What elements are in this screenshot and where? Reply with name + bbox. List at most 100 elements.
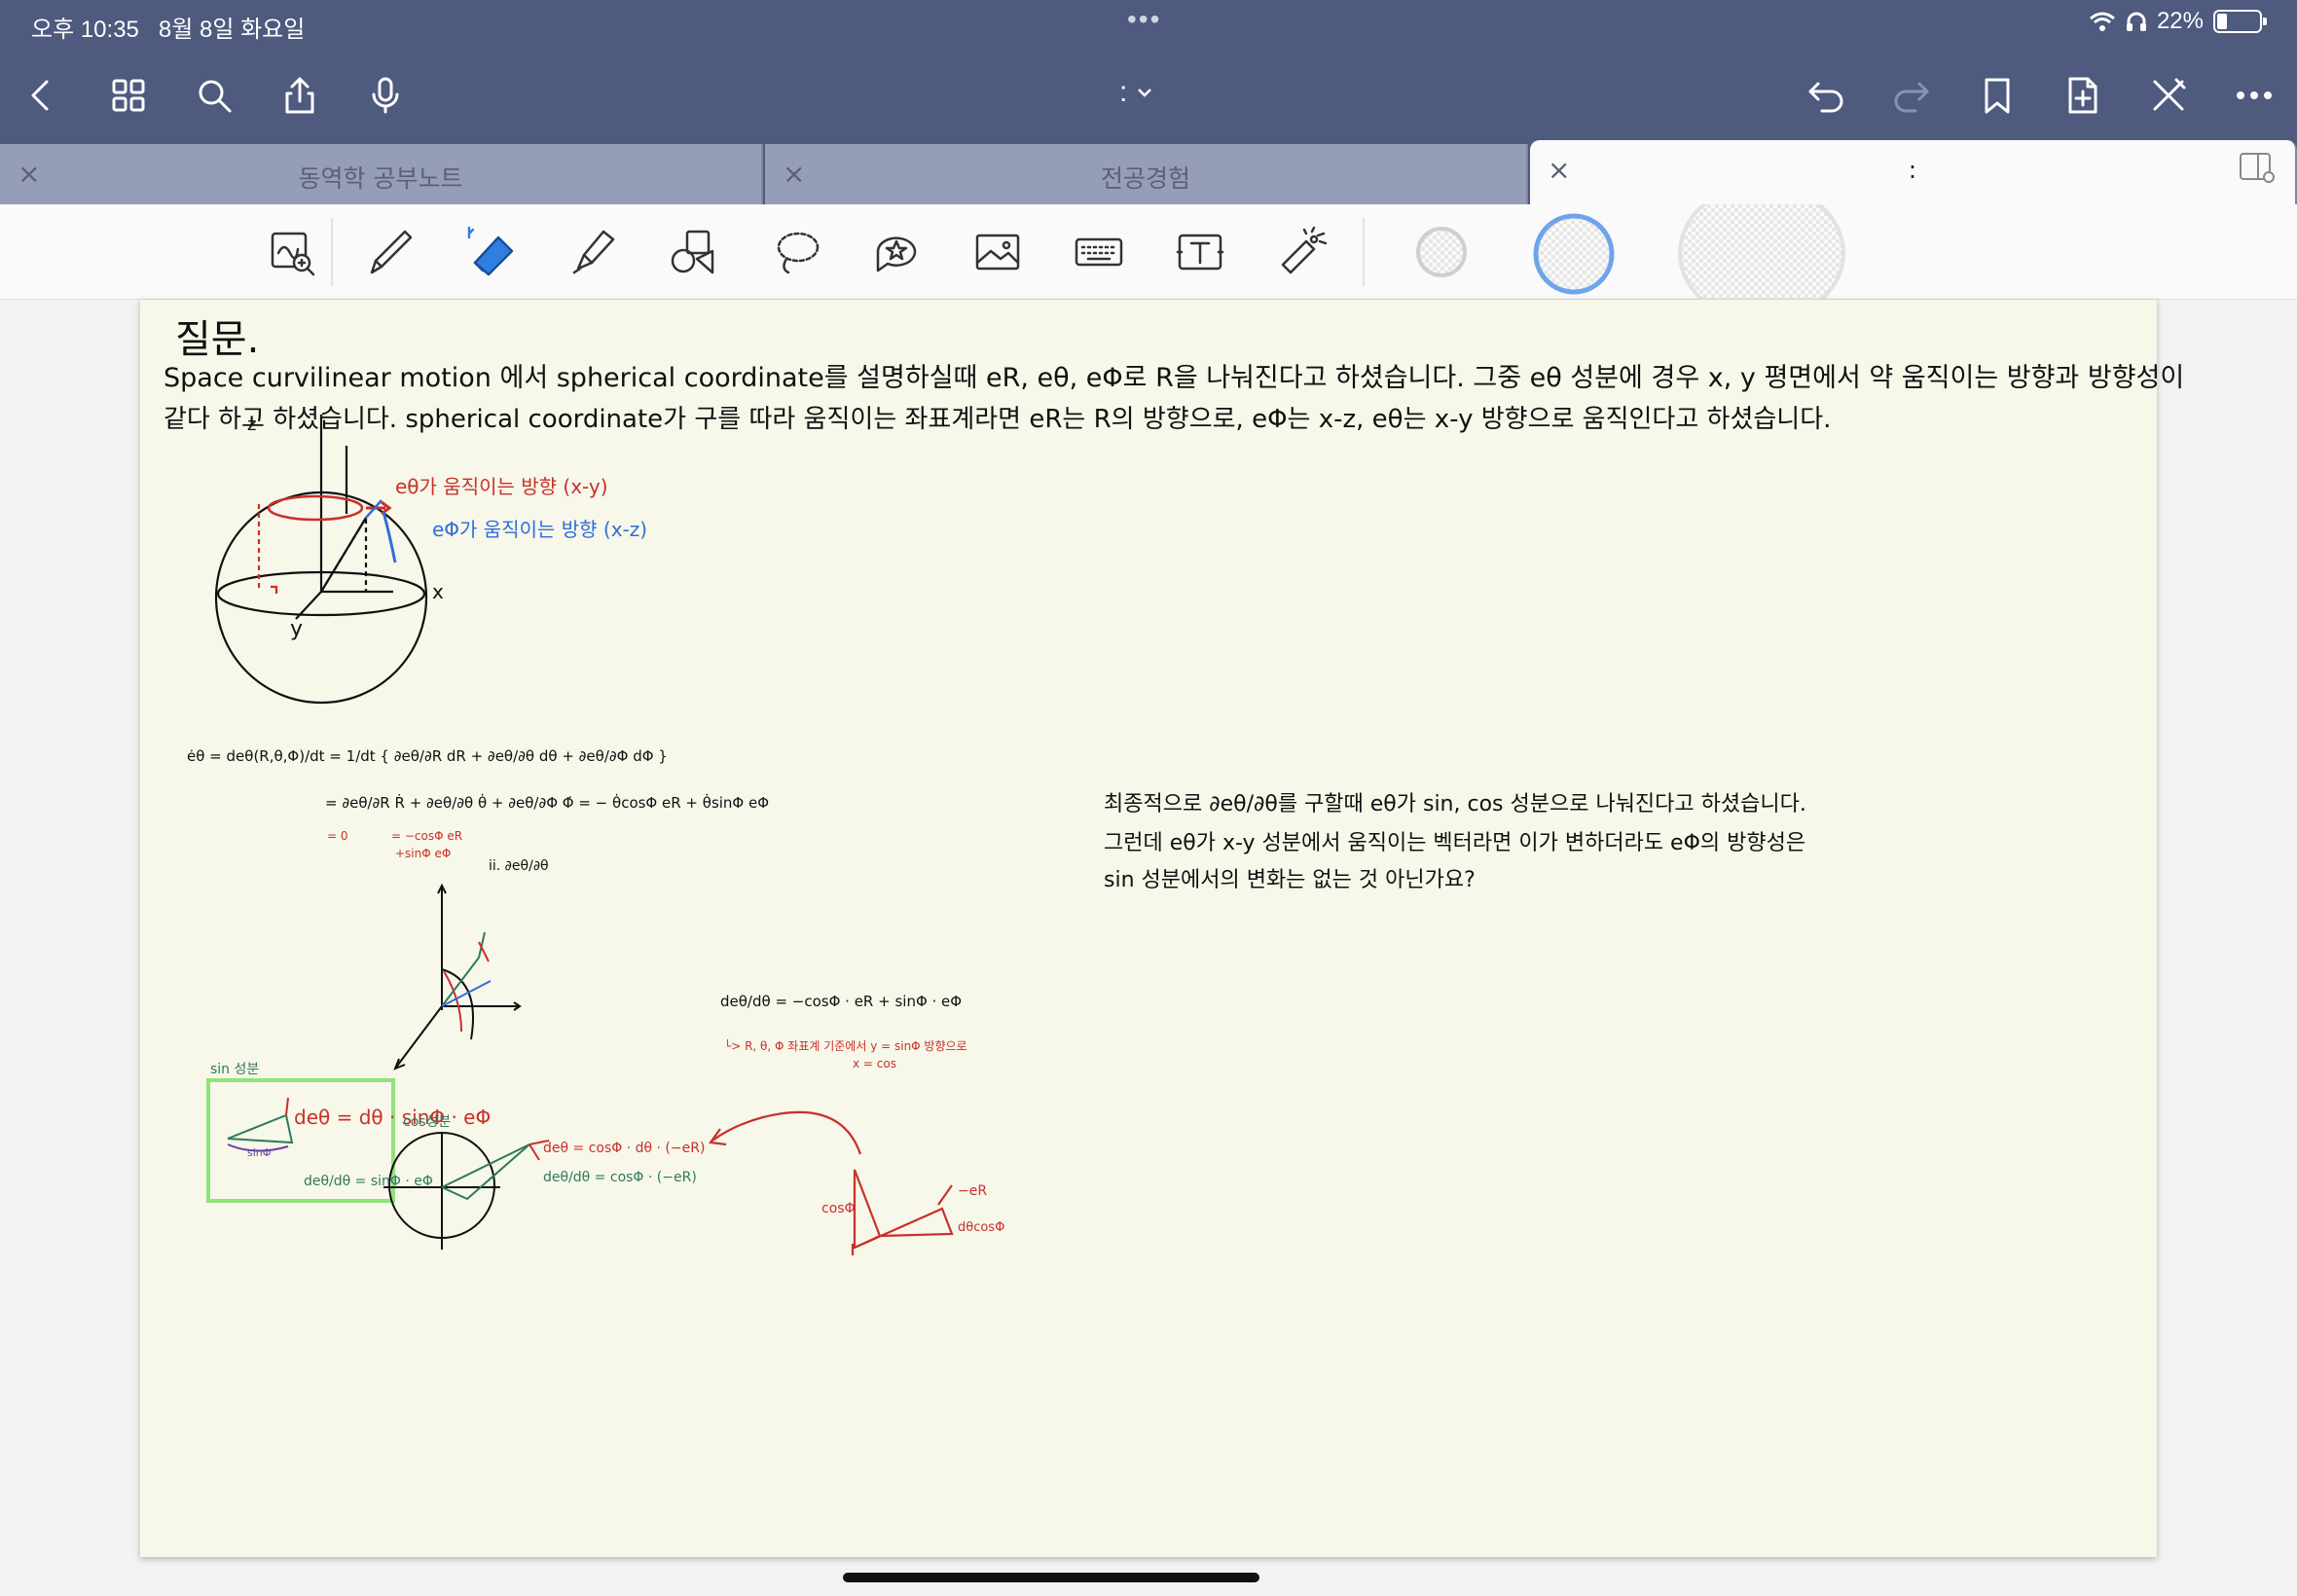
tab-bar: × 동역학 공부노트 × 전공경험 × :	[0, 140, 2297, 204]
cos-triangle-diagram	[709, 1110, 954, 1255]
axis-x-label: x	[432, 580, 444, 603]
keyboard-icon	[1075, 237, 1123, 267]
pen-tool[interactable]	[358, 220, 422, 284]
more-icon	[2237, 91, 2272, 99]
status-right: 22%	[2089, 8, 2267, 35]
equation-1: ėθ = deθ(R,θ,Φ)/dt = 1/dt { ∂eθ/∂R dR + …	[187, 747, 668, 765]
redo-button[interactable]	[1882, 66, 1941, 125]
pen-icon	[370, 230, 413, 274]
drawing-toolbar	[0, 204, 2297, 300]
status-bar: 오후 10:35 8월 8일 화요일 ••• 22%	[0, 0, 2297, 47]
share-icon	[285, 77, 314, 114]
grid-icon	[112, 79, 145, 112]
grid-view-button[interactable]	[99, 66, 158, 125]
note-question-line-2: 같다 하고 하셨습니다. spherical coordinate가 구를 따라…	[164, 405, 1832, 434]
search-icon	[199, 80, 232, 113]
equation-ii: ii. ∂eθ/∂θ	[489, 858, 549, 874]
tab-label: 동역학 공부노트	[298, 164, 463, 193]
dtheta-cosphi-label: dθcosΦ	[958, 1220, 1005, 1235]
battery-icon	[2213, 10, 2267, 33]
keyboard-tool[interactable]	[1067, 220, 1131, 284]
cos-component-diagram	[383, 1132, 550, 1250]
cos-equation-2: deθ/dθ = cosΦ · (−eR)	[543, 1170, 697, 1185]
add-page-icon	[2068, 77, 2097, 114]
equation-3-note-2: x = cos	[853, 1057, 896, 1070]
axis-z-label: z	[247, 415, 257, 435]
headphones-icon	[2126, 12, 2146, 31]
equation-2-note-c: +sinΦ eΦ	[395, 847, 452, 860]
undo-icon	[1808, 82, 1843, 113]
chevron-down-icon	[1138, 89, 1152, 97]
nav-bar: :	[0, 47, 2297, 144]
question-line-1: 최종적으로 ∂eθ/∂θ를 구할때 eθ가 sin, cos 성분으로 나눠진다…	[1104, 792, 1806, 816]
zoom-box-icon	[271, 232, 315, 276]
tab-current[interactable]: × :	[1530, 140, 2297, 204]
pen-off-icon	[2153, 78, 2186, 111]
elements-tool[interactable]	[864, 220, 929, 284]
text-box-icon	[1176, 234, 1224, 271]
image-tool[interactable]	[966, 220, 1030, 284]
wifi-icon	[2089, 12, 2115, 31]
more-button[interactable]	[2225, 66, 2283, 125]
red-direction-label: eθ가 움직이는 방향 (x-y)	[395, 475, 608, 498]
cos-component-label: cos성분	[403, 1114, 452, 1130]
zoom-box-tool[interactable]	[259, 220, 323, 284]
eraser-tool[interactable]	[459, 220, 524, 284]
split-view-icon[interactable]	[2237, 148, 2276, 187]
bookmark-button[interactable]	[1968, 66, 2026, 125]
blue-direction-label: eΦ가 움직이는 방향 (x-z)	[432, 518, 648, 541]
chevron-left-icon	[31, 80, 49, 111]
microphone-button[interactable]	[356, 66, 415, 125]
microphone-icon	[372, 77, 399, 114]
document-title-button[interactable]: :	[1119, 76, 1154, 109]
thick-stroke-size-icon[interactable]	[1676, 204, 1847, 300]
elements-icon	[876, 236, 917, 272]
eraser-icon	[467, 226, 514, 276]
undo-button[interactable]	[1797, 66, 1855, 125]
tab-label: 전공경험	[1100, 164, 1190, 193]
minus-er-label: −eR	[958, 1183, 988, 1199]
sphere-diagram	[214, 415, 428, 705]
bookmark-icon	[1985, 78, 2010, 114]
note-page[interactable]: 질문. Space curvilinear motion 에서 spherica…	[140, 300, 2184, 1557]
canvas-area[interactable]: 질문. Space curvilinear motion 에서 spherica…	[0, 300, 2297, 1596]
shapes-tool[interactable]	[662, 220, 726, 284]
highlighter-icon	[572, 230, 615, 274]
redo-icon	[1894, 82, 1929, 113]
add-page-button[interactable]	[2054, 66, 2112, 125]
axis-y-label: y	[290, 617, 304, 641]
share-button[interactable]	[271, 66, 329, 125]
laser-pointer-icon	[1281, 226, 1328, 274]
laser-pointer-tool[interactable]	[1269, 220, 1333, 284]
thin-stroke-size-icon[interactable]	[1413, 224, 1470, 280]
equation-2-note-b: = −cosΦ eR	[391, 829, 463, 843]
equation-2-note-a: = 0	[327, 829, 348, 843]
back-button[interactable]	[12, 66, 70, 125]
cos-phi-label: cosΦ	[821, 1201, 856, 1216]
equation-3-note: └> R, θ, Φ 좌표계 기준에서 y = sinΦ 방향으로	[724, 1039, 967, 1053]
image-icon	[975, 234, 1020, 271]
tab-major-experience[interactable]: × 전공경험	[765, 144, 1528, 204]
cos-equation-1: deθ = cosΦ · dθ · (−eR)	[543, 1141, 706, 1156]
tab-label: :	[1908, 156, 1917, 184]
note-question-line-1: Space curvilinear motion 에서 spherical co…	[164, 363, 2185, 393]
close-pen-button[interactable]	[2139, 66, 2198, 125]
status-time: 오후 10:35 8월 8일 화요일	[31, 17, 306, 43]
question-line-3: sin 성분에서의 변화는 없는 것 아닌가요?	[1104, 868, 1476, 892]
question-line-2: 그런데 eθ가 x-y 성분에서 움직이는 벡터라면 이가 변하더라도 eΦ의 …	[1104, 831, 1806, 855]
highlighter-tool[interactable]	[561, 220, 625, 284]
lasso-tool[interactable]	[765, 220, 829, 284]
battery-percent: 22%	[2156, 8, 2204, 34]
angle-axes-diagram	[393, 883, 522, 1070]
equation-3: deθ/dθ = −cosΦ · eR + sinΦ · eΦ	[720, 993, 963, 1010]
multitasking-dots-icon[interactable]: •••	[1127, 4, 1161, 35]
sin-equation-1: deθ = dθ · sinΦ · eΦ	[294, 1106, 492, 1129]
home-indicator[interactable]	[843, 1573, 1259, 1582]
tab-dynamics-notes[interactable]: × 동역학 공부노트	[0, 144, 763, 204]
sin-component-label: sin 성분	[210, 1062, 260, 1077]
search-button[interactable]	[185, 66, 243, 125]
sin-equation-2: deθ/dθ = sinΦ · eΦ	[304, 1174, 433, 1189]
equation-2: = ∂eθ/∂R Ṙ + ∂eθ/∂θ θ̇ + ∂eθ/∂Φ Φ̇ = − θ…	[325, 794, 770, 812]
text-box-tool[interactable]	[1168, 220, 1232, 284]
medium-stroke-size-icon[interactable]	[1532, 212, 1616, 296]
